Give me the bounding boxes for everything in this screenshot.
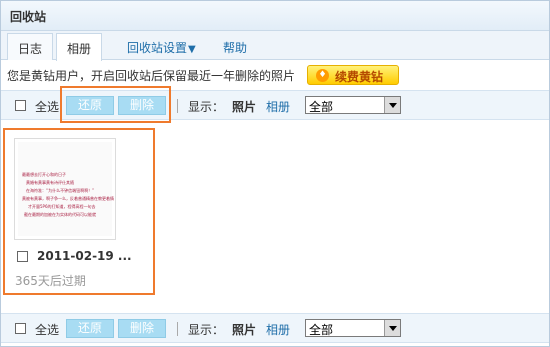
show-label: 显示： [188, 100, 225, 114]
help-link[interactable]: 帮助 [223, 39, 247, 56]
page-title: 回收站 [10, 10, 47, 24]
recycle-settings-link[interactable]: 回收站设置▼ [127, 39, 196, 56]
divider [177, 322, 178, 336]
tab-album[interactable]: 相册 [56, 33, 103, 61]
album-filter-link-bottom[interactable]: 相册 [266, 321, 290, 338]
select-all-label-bottom[interactable]: 全选 [35, 321, 59, 338]
panel-header: 回收站 [1, 1, 549, 31]
renew-vip-label: 续费黄钻 [335, 70, 384, 84]
tab-diary[interactable]: 日志 [7, 33, 54, 60]
filter-select[interactable]: 全部 [305, 96, 401, 114]
photo-filter-label[interactable]: 照片 [232, 98, 256, 115]
toolbar-bottom: 全选 还原 删除 显示： 照片 相册 全部 [1, 313, 549, 343]
dropdown-arrow-icon[interactable] [384, 97, 400, 113]
tab-bar: 日志 相册 回收站设置▼ 帮助 [1, 31, 549, 61]
renew-vip-button[interactable]: ♦ 续费黄钻 [307, 65, 399, 85]
filter-select-bottom[interactable]: 全部 [305, 319, 401, 337]
photo-filter-label-bottom[interactable]: 照片 [232, 321, 256, 338]
divider [177, 99, 178, 113]
select-all-label[interactable]: 全选 [35, 98, 59, 115]
select-all-checkbox-bottom[interactable] [15, 323, 26, 334]
filter-select-value: 全部 [309, 100, 334, 114]
diamond-icon: ♦ [316, 69, 329, 82]
restore-button-bottom[interactable]: 还原 [66, 319, 114, 338]
recycle-settings-label: 回收站设置 [127, 41, 188, 55]
dropdown-arrow-icon[interactable] [384, 320, 400, 336]
photo-card-highlight [3, 128, 155, 295]
select-all-checkbox[interactable] [15, 100, 26, 111]
show-label-bottom: 显示： [188, 323, 225, 337]
notice-text: 您是黄钻用户，开启回收站后保留最近一年删除的照片 [7, 69, 296, 83]
action-buttons-highlight [60, 86, 171, 123]
album-filter-link[interactable]: 相册 [266, 98, 290, 115]
caret-down-icon: ▼ [188, 44, 196, 55]
filter-select-value-bottom: 全部 [309, 323, 334, 337]
delete-button-bottom[interactable]: 删除 [118, 319, 166, 338]
